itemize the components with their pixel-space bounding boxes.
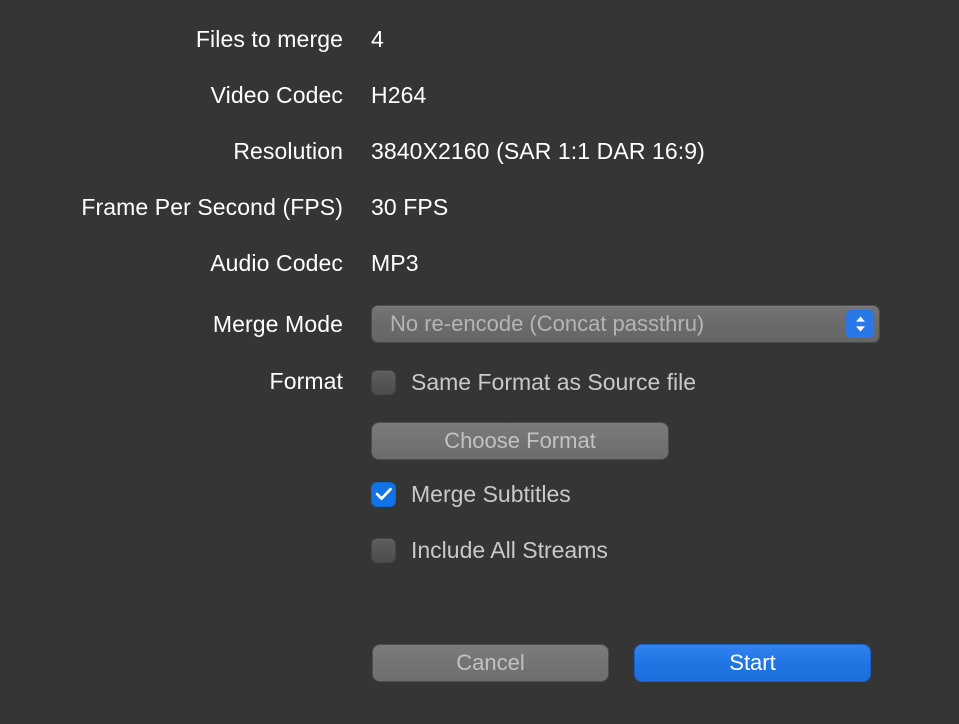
info-value: 4 <box>371 26 384 52</box>
info-value: H264 <box>371 82 427 108</box>
checkbox-unchecked-icon[interactable] <box>371 537 396 563</box>
info-label: Resolution <box>233 138 343 164</box>
merge-subtitles-checkbox-row[interactable]: Merge Subtitles <box>371 480 571 508</box>
choose-format-button[interactable]: Choose Format <box>371 422 669 460</box>
merge-mode-select-wrap: No re-encode (Concat passthru) <box>371 305 880 343</box>
start-button[interactable]: Start <box>634 644 871 682</box>
info-label: Files to merge <box>195 26 343 52</box>
info-value: 30 FPS <box>371 194 449 220</box>
info-row-resolution: Resolution 3840X2160 (SAR 1:1 DAR 16:9) <box>0 131 959 171</box>
chevron-up-down-icon[interactable] <box>846 310 874 338</box>
include-all-streams-checkbox-row[interactable]: Include All Streams <box>371 536 608 564</box>
checkbox-checked-icon[interactable] <box>371 481 396 507</box>
cancel-button[interactable]: Cancel <box>372 644 609 682</box>
info-label: Frame Per Second (FPS) <box>81 194 343 220</box>
merge-settings-dialog: Files to merge 4 Video Codec H264 Resolu… <box>0 0 959 724</box>
info-label: Audio Codec <box>210 250 343 276</box>
include-all-streams-label: Include All Streams <box>411 537 608 563</box>
checkbox-unchecked-icon[interactable] <box>371 369 396 395</box>
info-value: MP3 <box>371 250 419 276</box>
merge-subtitles-label: Merge Subtitles <box>411 481 571 507</box>
same-format-as-source-checkbox-row[interactable]: Same Format as Source file <box>371 368 696 396</box>
info-row-files-to-merge: Files to merge 4 <box>0 19 959 59</box>
merge-mode-select[interactable]: No re-encode (Concat passthru) <box>371 305 880 343</box>
info-value: 3840X2160 (SAR 1:1 DAR 16:9) <box>371 138 705 164</box>
info-row-fps: Frame Per Second (FPS) 30 FPS <box>0 187 959 227</box>
format-label: Format <box>269 368 343 394</box>
merge-mode-label: Merge Mode <box>212 311 343 337</box>
info-label: Video Codec <box>210 82 343 108</box>
same-format-as-source-label: Same Format as Source file <box>411 369 697 395</box>
info-row-audio-codec: Audio Codec MP3 <box>0 243 959 283</box>
info-row-video-codec: Video Codec H264 <box>0 75 959 115</box>
merge-mode-selected-value: No re-encode (Concat passthru) <box>390 311 705 336</box>
